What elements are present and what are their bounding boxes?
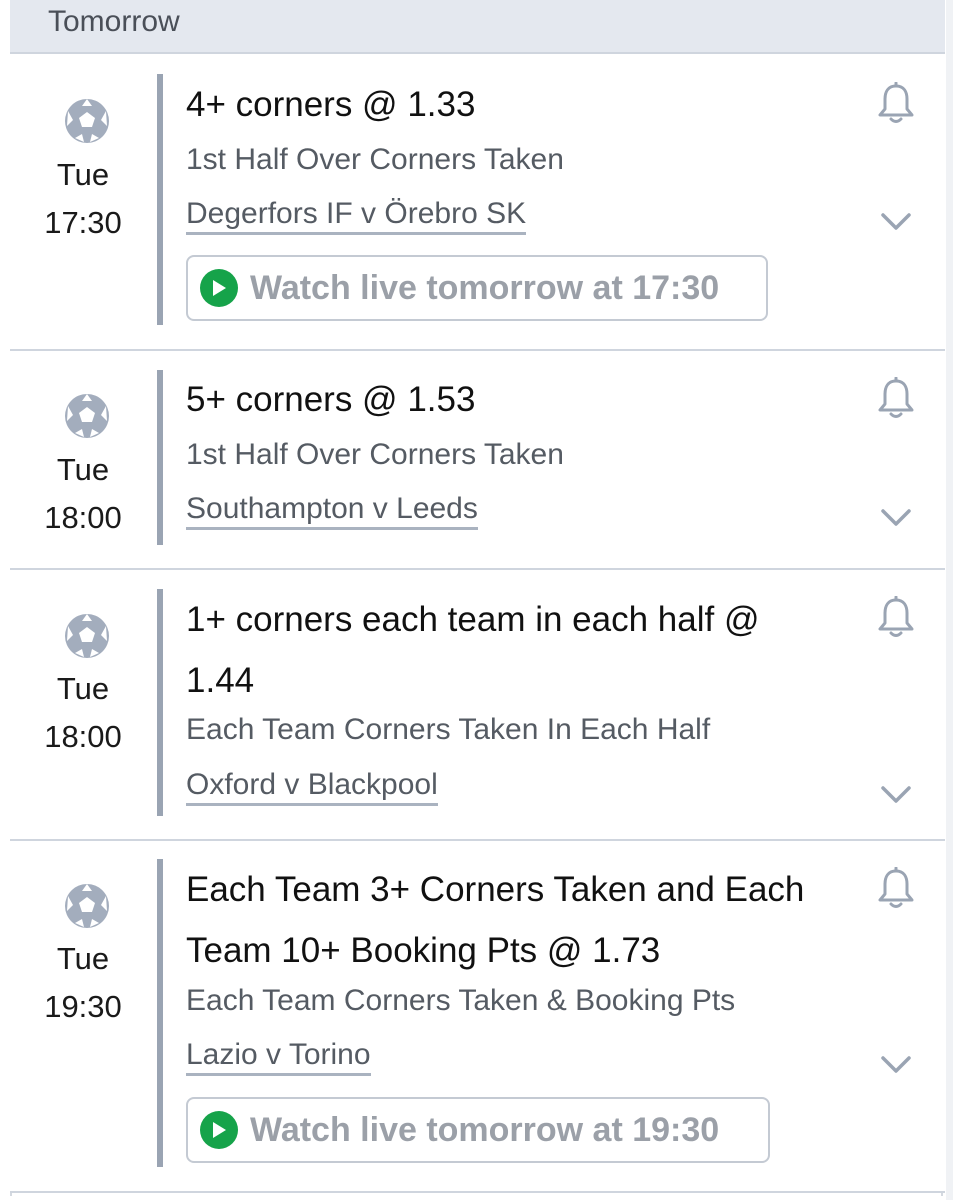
chevron-down-icon[interactable]	[880, 508, 912, 528]
match-link[interactable]: Degerfors IF v Örebro SK	[186, 197, 527, 235]
bet-title: Each Team 3+ Corners Taken and Each Team…	[186, 870, 805, 970]
accent-bar	[157, 589, 163, 816]
market-name: Each Team Corners Taken In Each Half	[186, 713, 711, 746]
play-icon	[200, 269, 238, 307]
section-title: Tomorrow	[48, 5, 180, 38]
accent-bar	[157, 74, 163, 325]
chevron-down-icon[interactable]	[880, 1055, 912, 1075]
market-name: 1st Half Over Corners Taken	[186, 143, 564, 176]
bet-title: 1+ corners each team in each half @ 1.44	[186, 600, 760, 700]
bet-card[interactable]: Tue 18:00 1+ corners each team in each h…	[10, 570, 945, 841]
match-link[interactable]: Oxford v Blackpool	[186, 768, 438, 806]
bell-icon[interactable]	[876, 377, 916, 421]
bell-icon[interactable]	[876, 867, 916, 911]
event-time: 18:00	[44, 719, 122, 754]
chevron-down-icon[interactable]	[880, 212, 912, 232]
scrollbar[interactable]	[946, 0, 953, 1200]
accent-bar	[157, 859, 163, 1167]
match-link[interactable]: Lazio v Torino	[186, 1038, 371, 1076]
bell-icon[interactable]	[876, 596, 916, 640]
section-header: Tomorrow	[10, 0, 945, 54]
watch-live-label: Watch live tomorrow at 19:30	[250, 1110, 720, 1149]
event-time: 18:00	[44, 500, 122, 535]
bet-title: 4+ corners @ 1.33	[186, 85, 476, 124]
bet-card[interactable]: Tue 18:00 5+ corners @ 1.53 1st Half Ove…	[10, 351, 945, 570]
bet-title: 5+ corners @ 1.53	[186, 380, 476, 419]
bet-card[interactable]: Tue 19:30 Each Team 3+ Corners Taken and…	[10, 841, 945, 1193]
chevron-down-icon[interactable]	[880, 785, 912, 805]
bet-card[interactable]: Tue 17:30 4+ corners @ 1.33 1st Half Ove…	[10, 54, 945, 351]
football-icon	[65, 394, 109, 438]
match-link[interactable]: Southampton v Leeds	[186, 492, 478, 530]
market-name: 1st Half Over Corners Taken	[186, 438, 564, 471]
event-day: Tue	[56, 157, 110, 192]
football-icon	[65, 884, 109, 928]
event-time: 17:30	[44, 205, 122, 240]
bell-icon[interactable]	[876, 82, 916, 126]
watch-live-button[interactable]: Watch live tomorrow at 19:30	[186, 1097, 770, 1163]
play-icon	[200, 1111, 238, 1149]
watch-live-button[interactable]: Watch live tomorrow at 17:30	[186, 255, 768, 321]
accent-bar	[157, 370, 163, 545]
event-day: Tue	[56, 452, 110, 487]
football-icon	[65, 99, 109, 143]
football-icon	[65, 614, 109, 658]
watch-live-label: Watch live tomorrow at 17:30	[250, 268, 720, 307]
event-time: 19:30	[44, 989, 122, 1024]
market-name: Each Team Corners Taken & Booking Pts	[186, 984, 736, 1017]
event-day: Tue	[56, 941, 110, 976]
event-day: Tue	[56, 671, 110, 706]
